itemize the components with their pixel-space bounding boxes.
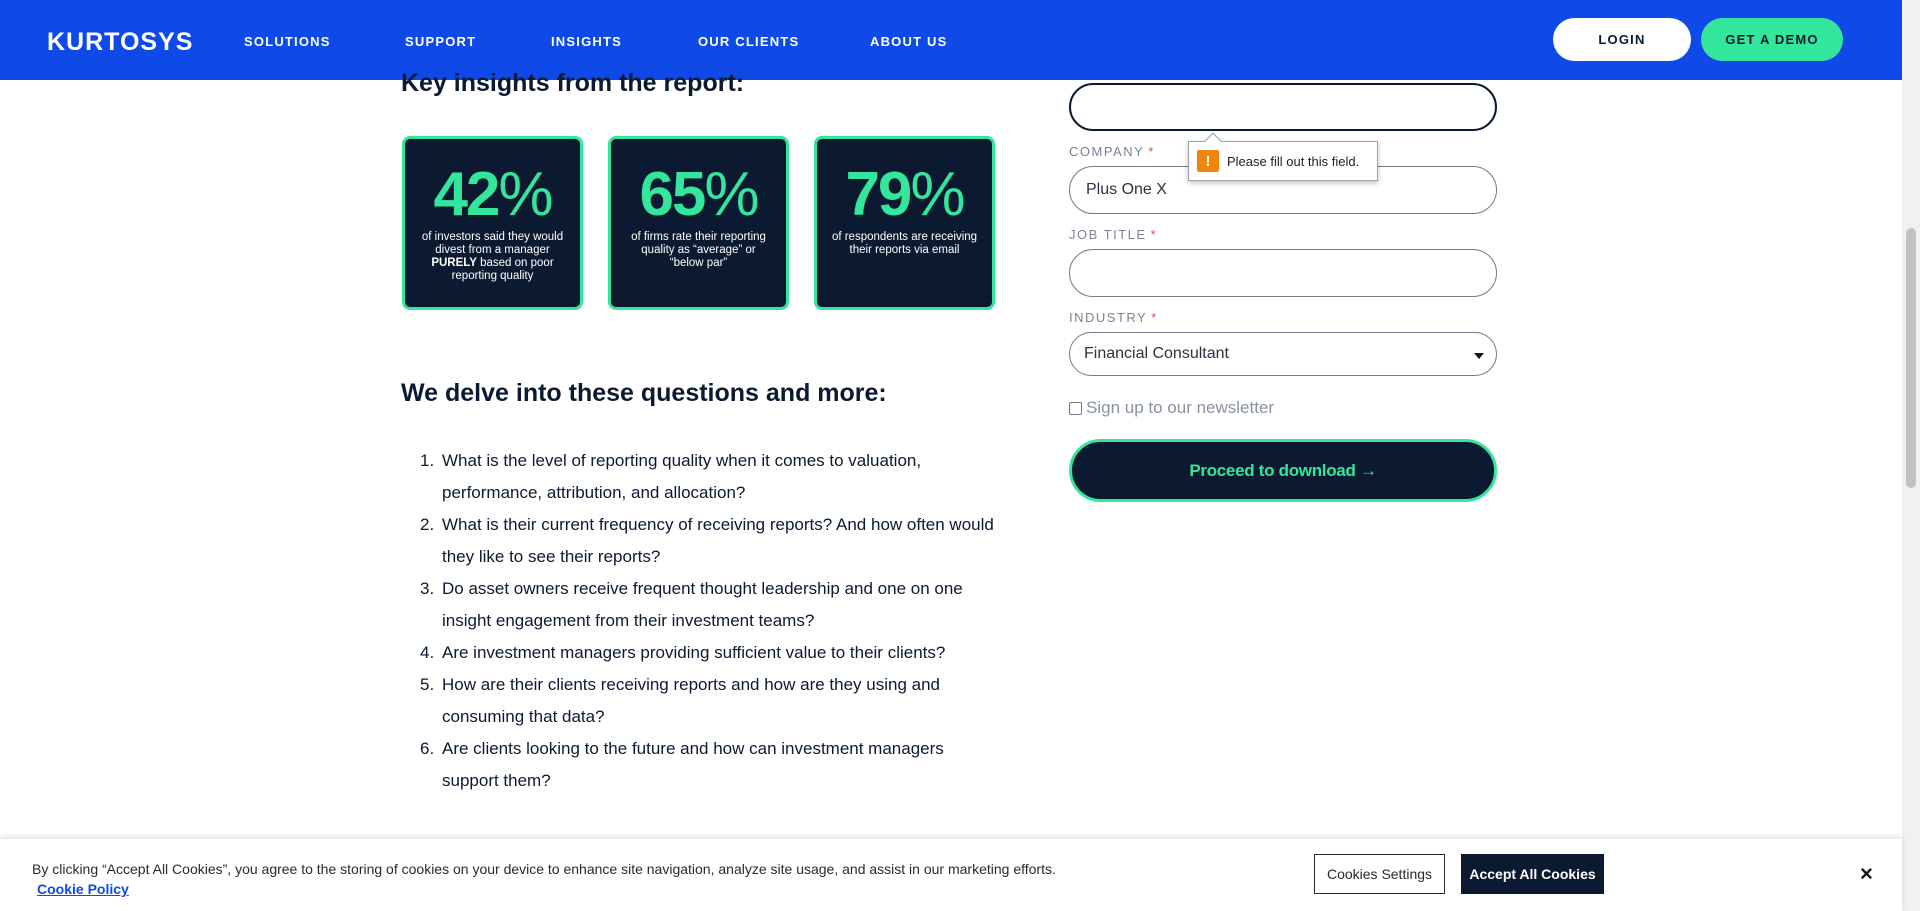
accept-all-cookies-button[interactable]: Accept All Cookies — [1461, 854, 1604, 894]
questions-list: 1. What is the level of reporting quality… — [420, 445, 1000, 797]
close-icon[interactable]: × — [1860, 861, 1873, 887]
newsletter-label[interactable]: Sign up to our newsletter — [1086, 398, 1274, 418]
warning-icon: ! — [1197, 150, 1219, 172]
industry-label: INDUSTRY * — [1069, 310, 1158, 325]
cookie-banner: By clicking “Accept All Cookies”, you ag… — [0, 839, 1902, 911]
login-button[interactable]: LOGIN — [1553, 18, 1691, 61]
job-title-field[interactable] — [1069, 249, 1497, 297]
job-title-label: JOB TITLE * — [1069, 227, 1158, 242]
newsletter-checkbox[interactable] — [1069, 401, 1082, 415]
industry-select[interactable]: Financial Consultant — [1069, 332, 1497, 376]
get-a-demo-button[interactable]: GET A DEMO — [1701, 18, 1843, 61]
tooltip-text: Please fill out this field. — [1227, 153, 1360, 169]
cookies-settings-button[interactable]: Cookies Settings — [1314, 854, 1445, 894]
top-navigation: KURTOSYS SOLUTIONS SUPPORT INSIGHTS OUR … — [0, 0, 1902, 80]
cookie-policy-link[interactable]: Cookie Policy — [37, 881, 129, 897]
stat-caption: of investors said they would divest from… — [421, 231, 564, 282]
nav-solutions[interactable]: SOLUTIONS — [244, 34, 331, 49]
key-insights-title: Key insights from the report: — [401, 69, 745, 97]
page-scrollbar[interactable] — [1902, 0, 1920, 911]
list-item: 5. How are their clients receiving report… — [420, 675, 940, 726]
stat-value: 79% — [845, 160, 965, 229]
stat-card-firms: 65% of firms rate their reporting qualit… — [608, 136, 789, 310]
list-item: 1. What is the level of reporting quality… — [420, 451, 922, 502]
stat-value: 42% — [433, 160, 553, 229]
questions-title: We delve into these questions and more: — [401, 379, 887, 407]
nav-our-clients[interactable]: OUR CLIENTS — [698, 34, 799, 49]
validation-tooltip: ! Please fill out this field. — [1188, 132, 1378, 181]
newsletter-option[interactable]: Sign up to our newsletter — [1069, 398, 1274, 418]
nav-insights[interactable]: INSIGHTS — [551, 34, 622, 49]
stat-caption: of firms rate their reporting quality as… — [631, 231, 766, 269]
stat-card-investors: 42% of investors said they would divest … — [402, 136, 583, 310]
company-label: COMPANY * — [1069, 144, 1155, 159]
proceed-to-download-button[interactable]: Proceed to download → — [1069, 439, 1497, 502]
scrollbar-thumb[interactable] — [1906, 228, 1916, 488]
stat-caption: of respondents are receiving their repor… — [831, 231, 978, 256]
list-item: 2. What is their current frequency of rec… — [420, 515, 994, 566]
cookie-text: By clicking “Accept All Cookies”, you ag… — [32, 861, 1056, 877]
list-item: 6. Are clients looking to the future and … — [420, 739, 944, 790]
kurtosys-logo[interactable]: KURTOSYS — [47, 28, 193, 57]
nav-about-us[interactable]: ABOUT US — [870, 34, 948, 49]
tooltip-arrow — [1204, 132, 1222, 150]
nav-support[interactable]: SUPPORT — [405, 34, 476, 49]
email-field[interactable] — [1069, 83, 1497, 131]
list-item: 3. Do asset owners receive frequent thoug… — [420, 579, 963, 630]
list-item: 4. Are investment managers providing suff… — [420, 643, 946, 662]
stat-card-respondents: 79% of respondents are receiving their r… — [814, 136, 995, 310]
stat-value: 65% — [639, 160, 759, 229]
industry-selected-value: Financial Consultant — [1084, 345, 1229, 362]
chevron-down-icon — [1474, 353, 1484, 359]
